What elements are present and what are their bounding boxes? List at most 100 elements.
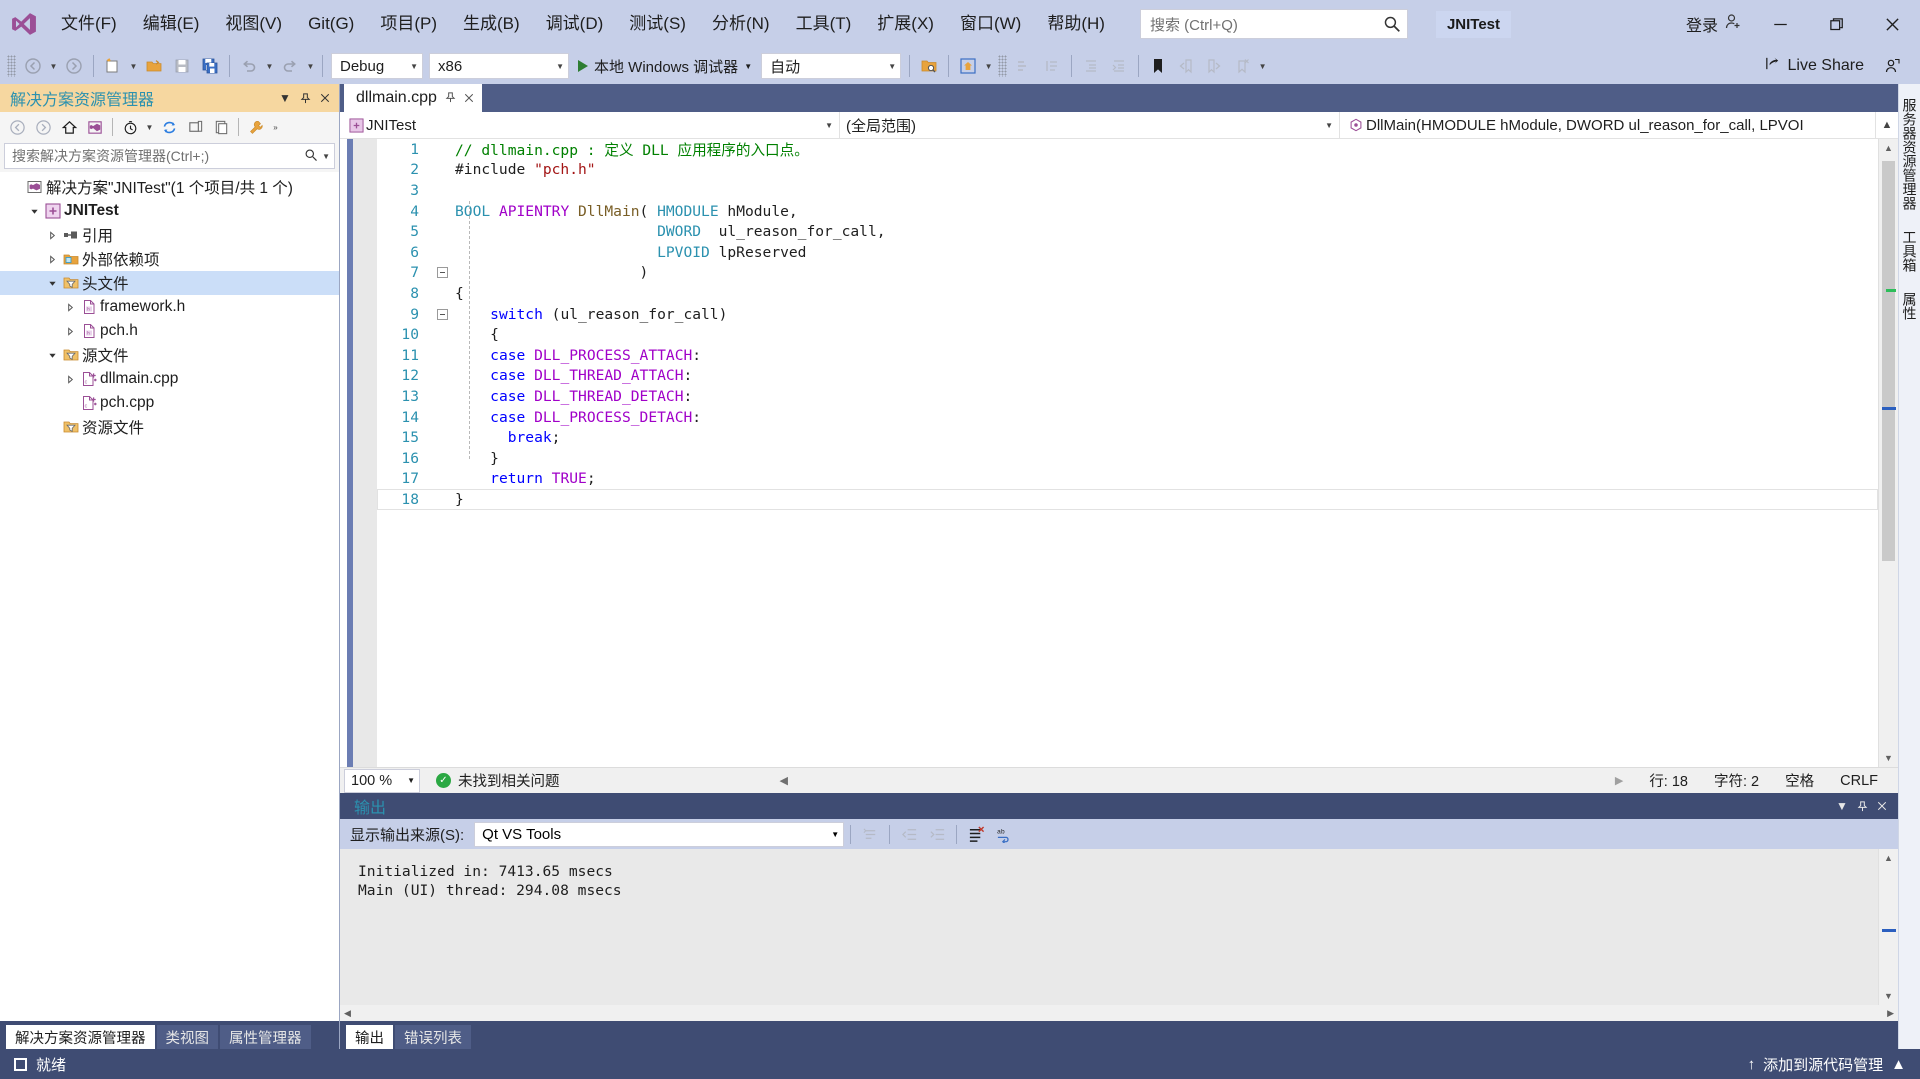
code-line[interactable]: 16 }	[377, 448, 1878, 469]
line-ending-label[interactable]: CRLF	[1840, 773, 1878, 789]
output-horizontal-scrollbar[interactable]: ◀ ▶	[340, 1005, 1898, 1021]
code-line[interactable]: 15 break;	[377, 427, 1878, 448]
code-text[interactable]: 1 // dllmain.cpp : 定义 DLL 应用程序的入口点。 2 #incl…	[377, 139, 1878, 767]
next-bookmark-icon[interactable]	[1201, 53, 1227, 79]
clear-bookmarks-icon[interactable]	[1229, 53, 1255, 79]
code-line[interactable]: 7 )	[377, 263, 1878, 284]
source-control-menu-icon[interactable]: ▲	[1891, 1056, 1906, 1073]
solution-tree[interactable]: 解决方案"JNITest"(1 个项目/共 1 个) JNITest 引用 外部依赖项…	[0, 172, 339, 1021]
scroll-up-icon[interactable]: ▲	[1879, 849, 1898, 867]
dock-tab-server-explorer[interactable]: 服务器资源管理器	[1898, 92, 1920, 216]
new-project-icon[interactable]	[100, 53, 126, 79]
menu-debug[interactable]: 调试(D)	[533, 8, 617, 40]
bottom-tab-class-view[interactable]: 类视图	[156, 1025, 218, 1049]
navbar-project-combo[interactable]: JNITest ▼	[340, 111, 840, 139]
sign-in-button[interactable]: 登录	[1676, 12, 1752, 36]
solution-platform-combo[interactable]: x86 ▼	[429, 53, 569, 79]
go-to-next-message-icon[interactable]	[924, 821, 950, 847]
close-icon[interactable]	[464, 91, 474, 106]
close-icon[interactable]	[1872, 795, 1892, 817]
forward-icon[interactable]	[30, 114, 56, 140]
code-line[interactable]: 4 BOOL APIENTRY DllMain( HMODULE hModule,	[377, 201, 1878, 222]
menu-view[interactable]: 视图(V)	[212, 8, 295, 40]
tree-item[interactable]: 源文件	[0, 343, 339, 367]
add-to-source-control-label[interactable]: 添加到源代码管理	[1763, 1054, 1883, 1075]
new-project-dropdown-icon[interactable]: ▼	[127, 53, 140, 79]
indent-mode-label[interactable]: 空格	[1785, 770, 1814, 791]
document-tab-dllmain[interactable]: dllmain.cpp	[344, 84, 482, 112]
start-page-icon[interactable]	[955, 53, 981, 79]
navigate-backward-dropdown-icon[interactable]: ▼	[47, 53, 60, 79]
code-line[interactable]: 13 case DLL_THREAD_DETACH:	[377, 386, 1878, 407]
navbar-scope-combo[interactable]: (全局范围) ▼	[840, 111, 1340, 139]
menu-project[interactable]: 项目(P)	[367, 8, 450, 40]
minimize-button[interactable]	[1752, 0, 1808, 48]
toggle-word-wrap-icon[interactable]: ab	[991, 821, 1017, 847]
zoom-level-combo[interactable]: 100 % ▼	[344, 768, 420, 793]
bottom-tab-output[interactable]: 输出	[346, 1025, 393, 1049]
collapse-all-icon[interactable]	[182, 114, 208, 140]
save-all-icon[interactable]	[197, 53, 223, 79]
status-right[interactable]: ↑ 添加到源代码管理 ▲	[1748, 1054, 1906, 1075]
dock-tab-properties[interactable]: 属性	[1898, 286, 1920, 326]
home-icon[interactable]	[56, 114, 82, 140]
scroll-left-icon[interactable]: ◀	[340, 1008, 355, 1019]
navigate-backward-icon[interactable]	[20, 53, 46, 79]
find-message-icon[interactable]	[857, 821, 883, 847]
increase-indent-icon[interactable]	[1106, 53, 1132, 79]
tree-item[interactable]: c dllmain.cpp	[0, 367, 339, 391]
live-share-session-icon[interactable]	[1879, 53, 1905, 79]
solution-configuration-combo[interactable]: Debug ▼	[331, 53, 423, 79]
chevron-right-icon[interactable]	[62, 374, 78, 384]
pin-icon[interactable]	[1852, 795, 1872, 817]
menu-tools[interactable]: 工具(T)	[783, 8, 865, 40]
show-all-files-icon[interactable]	[208, 114, 234, 140]
close-button[interactable]	[1864, 0, 1920, 48]
attach-mode-combo[interactable]: 自动 ▼	[761, 53, 902, 79]
decrease-indent-icon[interactable]	[1078, 53, 1104, 79]
chevron-right-icon[interactable]	[62, 326, 78, 336]
toolbar-grip[interactable]	[7, 55, 16, 77]
fold-collapse-icon[interactable]	[429, 308, 455, 320]
comment-selection-icon[interactable]	[1011, 53, 1037, 79]
solution-explorer-search-input[interactable]: 搜索解决方案资源管理器(Ctrl+;) ▼	[4, 143, 335, 169]
tree-item[interactable]: 头文件	[0, 271, 339, 295]
code-line[interactable]: 11 case DLL_PROCESS_ATTACH:	[377, 345, 1878, 366]
code-line[interactable]: 6 LPVOID lpReserved	[377, 242, 1878, 263]
panel-menu-icon[interactable]: ▼	[1832, 795, 1852, 817]
live-share-button[interactable]: Live Share	[1764, 55, 1864, 77]
solution-view-icon[interactable]	[82, 114, 108, 140]
scroll-right-icon[interactable]: ▶	[1883, 1008, 1898, 1019]
scroll-down-icon[interactable]: ▼	[1879, 749, 1898, 767]
dock-tab-toolbox[interactable]: 工具箱	[1898, 224, 1920, 278]
previous-bookmark-icon[interactable]	[1173, 53, 1199, 79]
chevron-right-icon[interactable]	[62, 302, 78, 312]
tree-item[interactable]: h framework.h	[0, 295, 339, 319]
code-line[interactable]: 1 // dllmain.cpp : 定义 DLL 应用程序的入口点。	[377, 139, 1878, 160]
start-page-dropdown-icon[interactable]: ▼	[982, 53, 995, 79]
navigate-forward-icon[interactable]	[61, 53, 87, 79]
chevron-down-icon[interactable]: ▼	[318, 152, 330, 161]
bottom-tab-error-list[interactable]: 错误列表	[395, 1025, 471, 1049]
save-icon[interactable]	[169, 53, 195, 79]
output-body[interactable]: Initialized in: 7413.65 msecs Main (UI) t…	[340, 849, 1898, 1005]
redo-icon[interactable]	[277, 53, 303, 79]
menu-analyze[interactable]: 分析(N)	[699, 8, 783, 40]
chevron-right-icon[interactable]	[44, 254, 60, 264]
menu-help[interactable]: 帮助(H)	[1034, 8, 1118, 40]
bottom-tab-property-manager[interactable]: 属性管理器	[220, 1025, 311, 1049]
code-line[interactable]: 17 return TRUE;	[377, 469, 1878, 490]
toolbar-overflow-icon[interactable]: ▼	[1256, 53, 1269, 79]
tree-item[interactable]: c pch.cpp	[0, 391, 339, 415]
panel-menu-icon[interactable]: ▼	[275, 87, 295, 109]
navbar-split-icon[interactable]: ▲	[1876, 119, 1898, 131]
tree-item[interactable]: 外部依赖项	[0, 247, 339, 271]
code-line[interactable]: 10 {	[377, 324, 1878, 345]
back-icon[interactable]	[4, 114, 30, 140]
code-editor-area[interactable]: 1 // dllmain.cpp : 定义 DLL 应用程序的入口点。 2 #incl…	[340, 139, 1898, 767]
global-search-input[interactable]: 搜索 (Ctrl+Q)	[1139, 9, 1408, 39]
pin-icon[interactable]	[445, 91, 456, 106]
redo-dropdown-icon[interactable]: ▼	[304, 53, 317, 79]
open-file-icon[interactable]	[141, 53, 167, 79]
code-line[interactable]: 3	[377, 180, 1878, 201]
